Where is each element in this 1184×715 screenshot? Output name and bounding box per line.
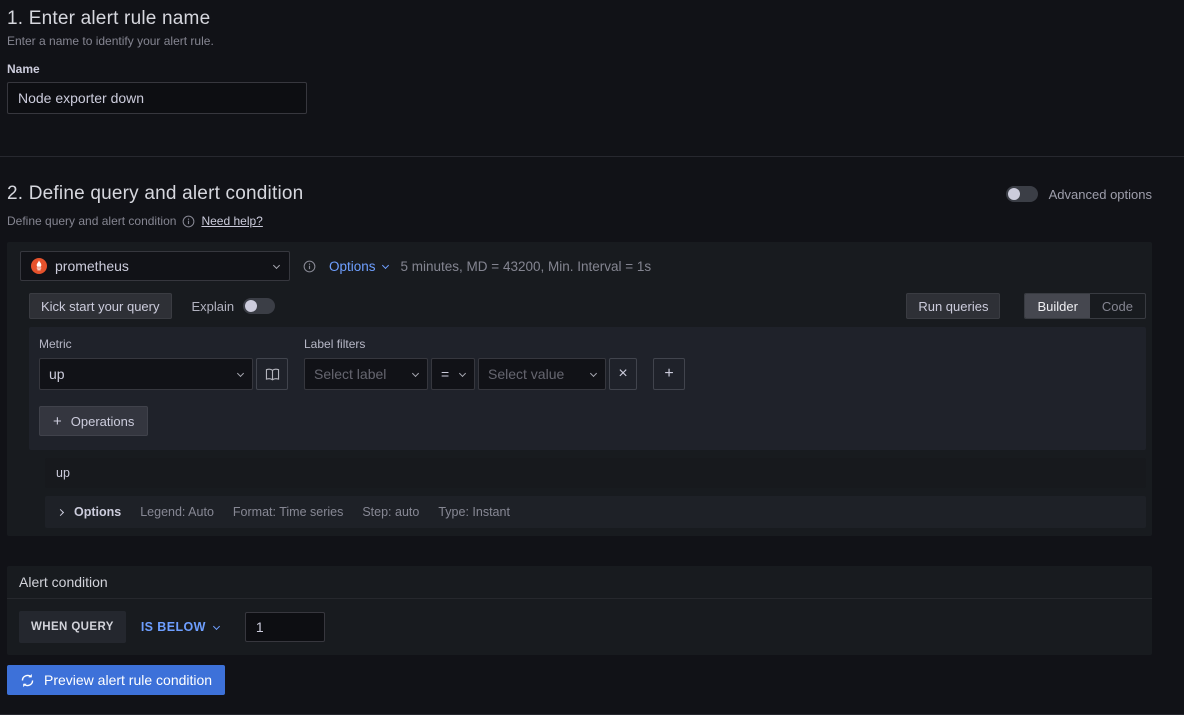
query-section-subtitle: Define query and alert condition	[7, 214, 177, 228]
section-rule-name: 1. Enter alert rule name Enter a name to…	[7, 8, 1152, 156]
rule-name-section-subtitle: Enter a name to identify your alert rule…	[7, 34, 214, 48]
explain-toggle[interactable]	[243, 298, 276, 314]
remove-filter-button[interactable]: ×	[609, 358, 637, 390]
query-builder: Metric up Label filters Select label = S…	[29, 327, 1146, 450]
prometheus-icon	[31, 258, 47, 274]
editor-mode-group: Builder Code	[1024, 293, 1146, 319]
label-filters-label: Label filters	[304, 337, 366, 351]
mode-code-option[interactable]: Code	[1090, 294, 1145, 318]
legend-option: Legend: Auto	[140, 505, 214, 519]
chevron-right-icon	[56, 508, 65, 516]
condition-dropdown[interactable]: IS BELOW	[141, 620, 220, 634]
metric-label: Metric	[39, 337, 72, 351]
chevron-down-icon	[589, 369, 598, 377]
section-query-condition: 2. Define query and alert condition Adva…	[0, 183, 1184, 715]
advanced-options-toggle[interactable]	[1005, 186, 1038, 202]
metrics-browser-button[interactable]	[256, 358, 288, 390]
threshold-input[interactable]	[244, 612, 325, 642]
info-icon[interactable]	[303, 260, 316, 273]
query-options-summary: 5 minutes, MD = 43200, Min. Interval = 1…	[400, 258, 652, 274]
preview-alert-rule-button[interactable]: Preview alert rule condition	[7, 665, 226, 695]
alert-rule-form: 1. Enter alert rule name Enter a name to…	[0, 0, 1184, 715]
chevron-down-icon	[212, 622, 220, 630]
alert-condition-title: Alert condition	[7, 566, 1152, 599]
plus-icon: +	[53, 412, 62, 430]
chevron-down-icon	[272, 261, 281, 269]
options-collapse-toggle[interactable]: Options	[56, 505, 121, 519]
chevron-down-icon	[411, 369, 420, 377]
run-queries-button[interactable]: Run queries	[906, 293, 1001, 319]
select-label-dropdown[interactable]: Select label	[304, 358, 428, 390]
metric-select[interactable]: up	[39, 358, 253, 390]
info-icon[interactable]	[182, 215, 195, 228]
advanced-options-label: Advanced options	[1048, 186, 1152, 202]
add-operations-button[interactable]: + Operations	[39, 406, 149, 436]
mode-builder-option[interactable]: Builder	[1025, 294, 1090, 318]
plus-icon: +	[664, 365, 674, 382]
select-value-dropdown[interactable]: Select value	[478, 358, 606, 390]
chevron-down-icon	[236, 369, 245, 377]
sync-icon	[21, 673, 34, 687]
type-option: Type: Instant	[438, 505, 510, 519]
operator-dropdown[interactable]: =	[431, 358, 475, 390]
chevron-down-icon	[458, 369, 467, 377]
format-option: Format: Time series	[232, 505, 344, 519]
query-editor: prometheus Options 5 minutes, MD = 43200…	[7, 242, 1152, 536]
explain-label: Explain	[191, 298, 235, 314]
close-icon: ×	[618, 365, 628, 382]
step-option: Step: auto	[362, 505, 420, 519]
add-filter-button[interactable]: +	[653, 358, 685, 390]
section-divider	[0, 156, 1184, 157]
label-filters-field: Label filters Select label = Select valu…	[304, 337, 685, 390]
query-preview-expression: up	[56, 466, 70, 480]
query-preview-row: up	[45, 458, 1146, 488]
chevron-down-icon	[381, 261, 389, 269]
metric-field: Metric up	[39, 337, 288, 390]
datasource-picker[interactable]: prometheus	[20, 251, 290, 281]
book-open-icon	[265, 368, 279, 381]
query-options-link[interactable]: Options	[329, 259, 389, 274]
name-field-label: Name	[7, 62, 40, 76]
rule-name-input[interactable]	[7, 82, 307, 114]
alert-condition-panel: Alert condition WHEN QUERY IS BELOW	[7, 566, 1152, 655]
datasource-name: prometheus	[55, 258, 129, 274]
query-section-title: 2. Define query and alert condition	[7, 183, 304, 204]
need-help-link[interactable]: Need help?	[201, 214, 262, 228]
query-options-row: Options Legend: Auto Format: Time series…	[45, 496, 1146, 528]
rule-name-section-title: 1. Enter alert rule name	[7, 8, 211, 29]
when-query-label: WHEN QUERY	[19, 611, 126, 643]
kick-start-query-button[interactable]: Kick start your query	[29, 293, 172, 319]
